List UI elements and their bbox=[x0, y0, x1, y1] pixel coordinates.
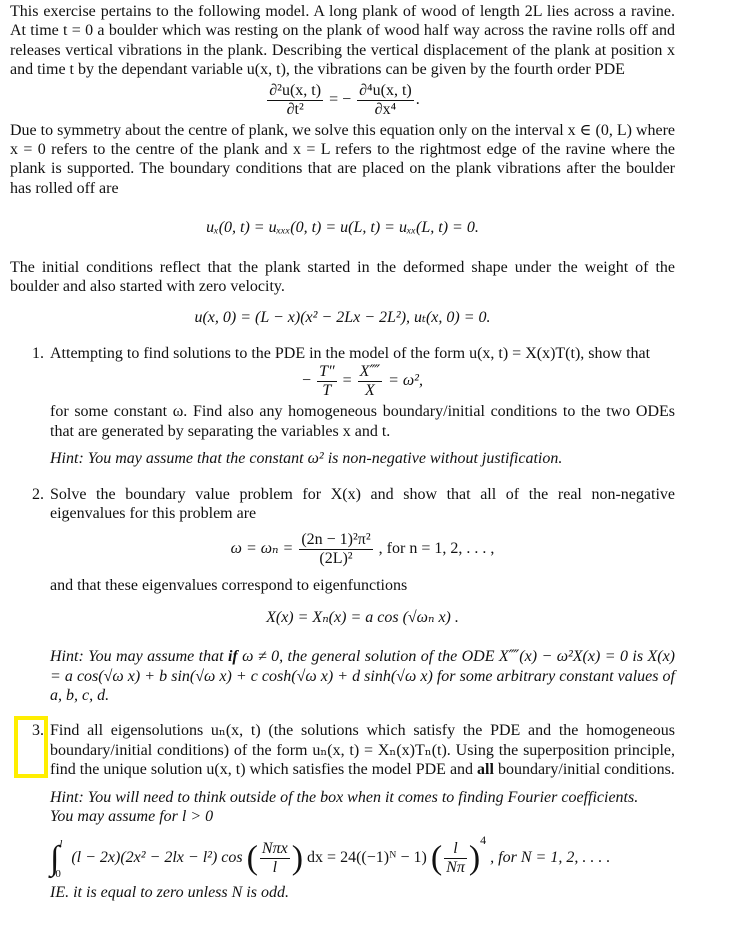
separation-minus: − bbox=[302, 372, 312, 390]
pde-rhs-numerator: ∂⁴u(x, t) bbox=[357, 81, 414, 101]
t-fraction-numerator: T″ bbox=[317, 363, 337, 383]
result-fraction-denominator: Nπ bbox=[446, 859, 465, 877]
eigenvalue-equation: ω = ωₙ = (2n − 1)²π² (2L)² , for n = 1, … bbox=[50, 531, 675, 568]
fourier-integral-equation: ∫ l 0 (l − 2x)(2x² − 2lx − l²) cos (Nπx l) … bbox=[50, 835, 675, 880]
item-3-hint-3: IE. it is equal to zero unless N is odd. bbox=[50, 884, 289, 902]
separation-omega: = ω², bbox=[388, 372, 423, 390]
highlight-annotation-box bbox=[14, 716, 48, 778]
pde-lhs-numerator: ∂²u(x, t) bbox=[267, 81, 324, 101]
item-1-number: 1. bbox=[32, 344, 44, 362]
left-paren: ( bbox=[246, 839, 258, 877]
item-2-number: 2. bbox=[32, 485, 44, 503]
integral-result: dx = 24((−1)ᴺ − 1) bbox=[307, 849, 427, 867]
item-1-hint: Hint: You may assume that the constant ω… bbox=[50, 450, 563, 468]
cos-argument-numerator: Nπx bbox=[259, 840, 290, 860]
intro-paragraph-2: Due to symmetry about the centre of plan… bbox=[10, 121, 675, 197]
integral-range: , for N = 1, 2, . . . . bbox=[490, 849, 611, 867]
pde-lhs-denominator: ∂t² bbox=[286, 100, 304, 118]
item-2-text-2: and that these eigenvalues correspond to… bbox=[50, 577, 408, 595]
right-paren: ) bbox=[291, 839, 304, 877]
intro-paragraph-1: This exercise pertains to the following … bbox=[10, 3, 675, 79]
right-paren-2: ) bbox=[468, 839, 481, 877]
left-paren-2: ( bbox=[430, 839, 443, 877]
eigenvalue-lhs: ω = ωₙ = bbox=[230, 540, 294, 558]
separation-x-fraction: X⁗ X bbox=[357, 363, 383, 400]
pde-lhs-fraction: ∂²u(x, t) ∂t² bbox=[267, 81, 324, 119]
t-fraction-denominator: T bbox=[322, 382, 332, 400]
item-2-text: Solve the boundary value problem for X(x… bbox=[50, 485, 675, 522]
item-3-hint-2: You may assume for l > 0 bbox=[50, 807, 214, 825]
result-fraction: l Nπ bbox=[444, 840, 467, 877]
cos-argument-denominator: l bbox=[272, 859, 278, 877]
item-1-text: Attempting to find solutions to the PDE … bbox=[50, 344, 651, 362]
integral-lower-limit: 0 bbox=[55, 867, 61, 880]
pde-equals: = − bbox=[329, 90, 352, 108]
pde-rhs-denominator: ∂x⁴ bbox=[374, 100, 397, 118]
item-1-text-2: for some constant ω. Find also any homog… bbox=[50, 403, 675, 440]
result-power: 4 bbox=[480, 833, 487, 848]
pde-period: . bbox=[415, 90, 420, 108]
cos-argument-fraction: Nπx l bbox=[259, 840, 290, 877]
list-item-3: 3. Find all eigensolutions uₙ(x, t) (the… bbox=[10, 721, 675, 902]
pde-equation: ∂²u(x, t) ∂t² = − ∂⁴u(x, t) ∂x⁴ . bbox=[10, 82, 675, 119]
integral-upper-limit: l bbox=[59, 837, 63, 850]
pde-rhs-fraction: ∂⁴u(x, t) ∂x⁴ bbox=[357, 82, 414, 119]
eigenvalue-fraction: (2n − 1)²π² (2L)² bbox=[299, 531, 373, 568]
item-3-text: Find all eigensolutions uₙ(x, t) (the so… bbox=[50, 721, 675, 779]
boundary-conditions-equation: uₓ(0, t) = uₓₓₓ(0, t) = u(L, t) = uₓₓ(L,… bbox=[206, 219, 479, 237]
separation-t-fraction: T″ T bbox=[317, 363, 337, 400]
exercise-page: This exercise pertains to the following … bbox=[10, 2, 675, 903]
separation-equation: − T″ T = X⁗ X = ω², bbox=[50, 363, 675, 400]
item-2-hint: Hint: You may assume that if ω ≠ 0, the … bbox=[50, 647, 675, 705]
item-3-hint-1: Hint: You will need to think outside of … bbox=[50, 788, 639, 806]
integrand: (l − 2x)(2x² − 2lx − l²) cos bbox=[71, 849, 243, 867]
item-3-text-bold: all bbox=[477, 761, 494, 779]
intro-paragraph-3: The initial conditions reflect that the … bbox=[10, 258, 675, 296]
eigenfunction-equation: X(x) = Xₙ(x) = a cos (√ωₙ x) . bbox=[266, 608, 459, 626]
result-fraction-numerator: l bbox=[444, 840, 467, 860]
list-item-1: 1. Attempting to find solutions to the P… bbox=[10, 344, 675, 469]
x-fraction-denominator: X bbox=[364, 382, 375, 400]
x-fraction-numerator: X⁗ bbox=[357, 363, 383, 383]
item-2-hint-start: Hint: You may assume that bbox=[50, 648, 228, 666]
item-3-text-end: boundary/initial conditions. bbox=[493, 761, 675, 779]
initial-conditions-equation: u(x, 0) = (L − x)(x² − 2Lx − 2L²), uₜ(x,… bbox=[194, 309, 491, 327]
separation-equals: = bbox=[342, 372, 352, 390]
list-item-2: 2. Solve the boundary value problem for … bbox=[10, 485, 675, 706]
eigenvalue-range: , for n = 1, 2, . . . , bbox=[378, 540, 495, 558]
item-2-hint-bold: if bbox=[227, 648, 238, 666]
eigenvalue-denominator: (2L)² bbox=[319, 550, 353, 568]
eigenvalue-numerator: (2n − 1)²π² bbox=[299, 531, 373, 551]
